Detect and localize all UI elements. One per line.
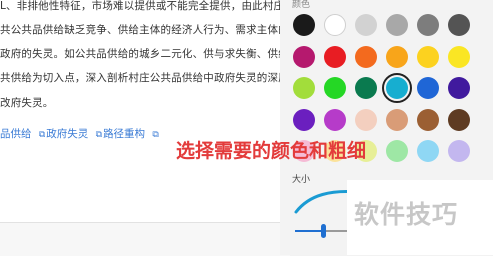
color-swatch[interactable] [324,108,346,131]
site-watermark: 软件技巧 [354,200,459,229]
color-swatch[interactable] [417,108,439,131]
color-swatch[interactable] [386,140,408,162]
color-swatch[interactable] [382,73,412,103]
keyword-link[interactable]: ⧉政府失灵 [39,128,88,140]
color-swatch[interactable] [417,45,439,68]
color-swatch[interactable] [324,45,346,68]
instruction-caption: 选择需要的颜色和粗细 [176,140,367,162]
keyword-row: 品供给 ⧉政府失灵 ⧉路径重构 ⧉ [0,126,164,141]
color-swatch[interactable] [386,108,408,131]
keyword-link[interactable]: ⧉ [152,128,159,140]
color-swatch[interactable] [417,140,439,162]
keyword-link-icon: ⧉ [152,130,159,140]
color-swatch[interactable] [293,45,315,68]
keyword-link-icon: ⧉ [38,130,46,140]
document-footer-area [0,222,290,256]
keyword-link[interactable]: 品供给 [0,128,32,140]
keyword-link-icon: ⧉ [95,130,103,140]
color-swatch[interactable] [448,108,470,131]
color-swatch[interactable] [355,77,377,99]
color-swatch[interactable] [355,45,377,68]
doc-text-line: 改府失灵。 [0,97,54,109]
document-page: L、非排他性特征，市场难以提供或不能完全提供，由此村庄公共品供 共公共品供给缺乏… [0,0,342,222]
size-slider-fill [295,230,321,232]
color-swatch[interactable] [417,77,439,99]
color-swatch[interactable] [417,14,439,36]
color-swatch[interactable] [448,14,470,36]
color-section-title: 颜色 [292,0,311,10]
color-swatch[interactable] [324,14,346,36]
color-swatch[interactable] [386,45,408,68]
color-swatch[interactable] [448,140,470,162]
doc-text-line: L、非排他性特征，市场难以提供或不能完全提供，由此村庄公共品供 [0,0,328,12]
size-section-label: 大小 [292,175,311,185]
color-swatch[interactable] [386,14,408,36]
color-swatch[interactable] [324,77,346,99]
color-swatch[interactable] [448,77,470,99]
color-swatch[interactable] [293,14,315,36]
color-swatch[interactable] [293,77,315,99]
keyword-link[interactable]: ⧉路径重构 [96,128,145,140]
color-swatch[interactable] [448,45,470,68]
color-swatch[interactable] [355,108,377,131]
color-swatch[interactable] [293,108,315,131]
size-slider-thumb[interactable] [321,224,326,238]
doc-text-line: 政府的失灵。如公共品供给的城乡二元化、供与求失衡、供给效率低 [0,48,321,60]
color-swatch[interactable] [355,14,377,36]
